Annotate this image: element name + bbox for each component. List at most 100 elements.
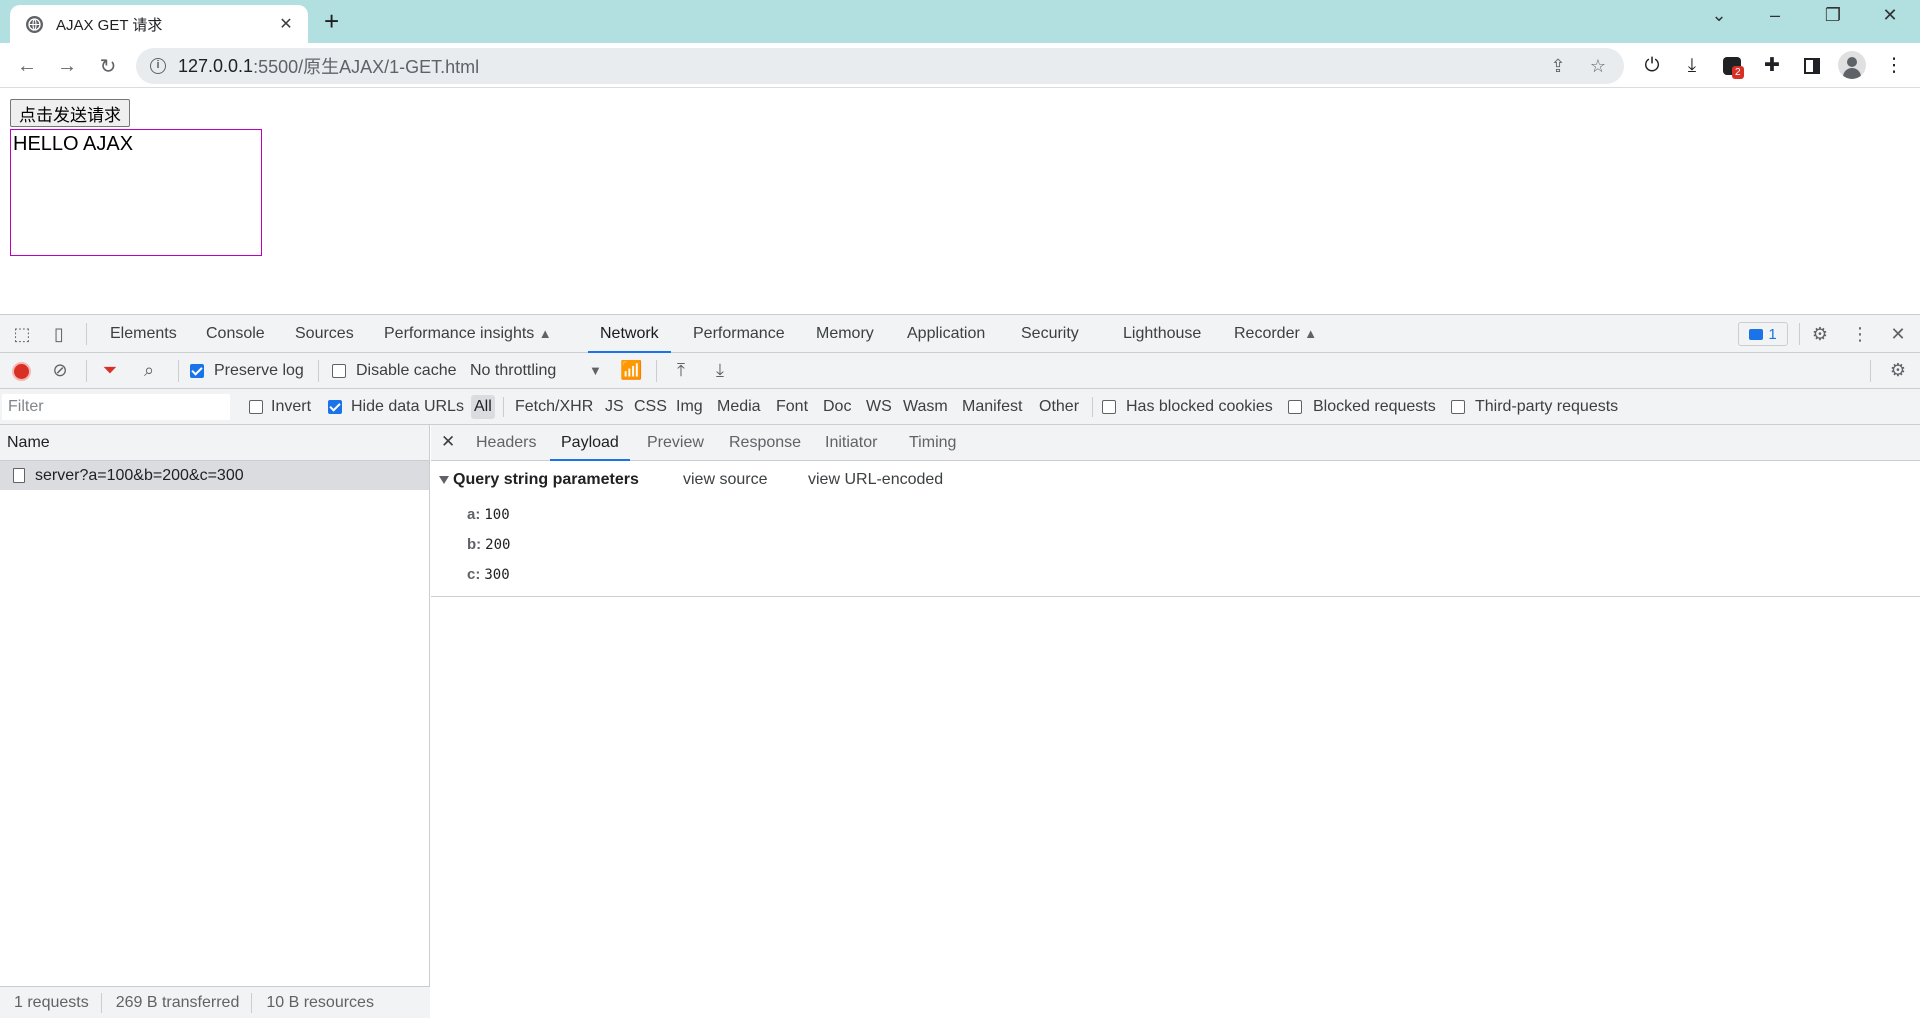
network-settings-gear-icon[interactable]: ⚙ (1887, 359, 1909, 381)
type-filter-other[interactable]: Other (1036, 395, 1082, 419)
preserve-log-checkbox[interactable] (190, 364, 204, 378)
browser-toolbar: ← → ↻ i 127.0.0.1:5500/原生AJAX/1-GET.html… (0, 43, 1920, 88)
import-har-icon[interactable]: ⤒ (670, 359, 692, 381)
blocked-requests-checkbox[interactable] (1288, 400, 1302, 414)
profile-avatar[interactable] (1838, 51, 1866, 79)
tab-recorder[interactable]: Recorder ▲ (1234, 315, 1317, 353)
filter-bar: Invert Hide data URLs All Fetch/XHR JS C… (0, 389, 1920, 425)
reload-icon[interactable]: ↻ (94, 52, 122, 80)
transferred-size: 269 B transferred (102, 992, 253, 1013)
tab-memory[interactable]: Memory (816, 315, 874, 353)
disable-cache-label: Disable cache (356, 362, 457, 379)
request-row[interactable]: server?a=100&b=200&c=300 (0, 461, 429, 490)
devtools-tab-bar: ⬚ ▯ Elements Console Sources Performance… (0, 315, 1920, 353)
back-icon[interactable]: ← (13, 52, 41, 80)
disable-cache-checkbox[interactable] (332, 364, 346, 378)
browser-tab[interactable]: AJAX GET 请求 ✕ (10, 5, 308, 43)
collapse-triangle-icon[interactable] (439, 476, 449, 484)
tab-security[interactable]: Security (1021, 315, 1079, 353)
tab-application[interactable]: Application (907, 315, 985, 353)
hide-data-urls-checkbox[interactable] (328, 400, 342, 414)
tab-close-icon[interactable]: ✕ (276, 14, 296, 34)
side-panel-icon[interactable] (1798, 52, 1826, 80)
address-bar[interactable]: i 127.0.0.1:5500/原生AJAX/1-GET.html ⇪ ☆ (136, 48, 1624, 84)
filter-input[interactable] (2, 394, 230, 420)
tab-network[interactable]: Network (588, 315, 671, 353)
third-party-requests-checkbox[interactable] (1451, 400, 1465, 414)
type-filter-font[interactable]: Font (773, 395, 811, 419)
issues-count: 1 (1768, 325, 1777, 343)
close-window-icon[interactable]: ✕ (1875, 5, 1905, 26)
network-status-bar: 1 requests 269 B transferred 10 B resour… (0, 986, 430, 1018)
experiment-flask-icon: ▲ (538, 326, 552, 341)
devtools-close-icon[interactable]: ✕ (1887, 323, 1909, 345)
inspect-element-icon[interactable]: ⬚ (11, 323, 33, 345)
bookmark-star-icon[interactable]: ☆ (1586, 54, 1610, 78)
devtools-more-icon[interactable]: ⋮ (1849, 323, 1871, 345)
tab-console[interactable]: Console (206, 315, 265, 353)
tab-timing[interactable]: Timing (909, 425, 956, 461)
type-filter-fetch-xhr[interactable]: Fetch/XHR (512, 395, 596, 419)
blocked-requests-label: Blocked requests (1313, 398, 1436, 415)
type-filter-all[interactable]: All (471, 395, 495, 419)
tab-title: AJAX GET 请求 (56, 16, 163, 34)
devtools-settings-gear-icon[interactable]: ⚙ (1809, 323, 1831, 345)
send-request-button[interactable]: 点击发送请求 (10, 99, 130, 127)
throttling-select[interactable]: No throttling (470, 361, 556, 381)
type-filter-media[interactable]: Media (714, 395, 764, 419)
has-blocked-cookies-checkbox[interactable] (1102, 400, 1116, 414)
tab-performance[interactable]: Performance (693, 315, 785, 353)
tab-payload[interactable]: Payload (550, 425, 630, 461)
device-toolbar-icon[interactable]: ▯ (48, 323, 70, 345)
forward-icon[interactable]: → (53, 52, 81, 80)
tab-initiator[interactable]: Initiator (825, 425, 877, 461)
type-filter-js[interactable]: JS (602, 395, 627, 419)
query-param-row: b: 200 (467, 536, 510, 553)
power-icon[interactable]: ⏻ (1638, 52, 1666, 80)
query-params-title[interactable]: Query string parameters (453, 471, 639, 489)
name-column-header[interactable]: Name (0, 425, 429, 461)
type-filter-ws[interactable]: WS (863, 395, 895, 419)
tab-headers[interactable]: Headers (476, 425, 536, 461)
view-source-link[interactable]: view source (683, 471, 767, 489)
type-filter-img[interactable]: Img (673, 395, 706, 419)
new-tab-icon[interactable]: + (324, 8, 339, 34)
restore-icon[interactable]: ❐ (1818, 5, 1848, 26)
tab-response[interactable]: Response (729, 425, 801, 461)
hide-data-urls-label: Hide data URLs (351, 398, 464, 415)
url-host: 127.0.0.1 (178, 55, 254, 76)
network-conditions-icon[interactable]: 📶 (620, 359, 642, 381)
issues-counter[interactable]: 1 (1738, 322, 1788, 346)
download-icon[interactable]: ⤓ (1678, 52, 1706, 80)
third-party-requests-label: Third-party requests (1475, 398, 1619, 415)
param-key: a: (467, 506, 481, 523)
share-icon[interactable]: ⇪ (1546, 54, 1570, 78)
puzzle-extensions-icon[interactable]: ✚ (1758, 52, 1786, 80)
invert-checkbox[interactable] (249, 400, 263, 414)
invert-label: Invert (271, 398, 312, 415)
type-filter-doc[interactable]: Doc (820, 395, 854, 419)
info-icon[interactable]: i (150, 58, 166, 74)
tab-sources[interactable]: Sources (295, 315, 354, 353)
clear-icon[interactable]: ⊘ (49, 359, 71, 381)
export-har-icon[interactable]: ⤓ (709, 359, 731, 381)
search-icon[interactable]: ⌕ (138, 359, 160, 381)
record-icon[interactable] (12, 362, 31, 381)
tab-lighthouse[interactable]: Lighthouse (1123, 315, 1201, 353)
query-param-row: a: 100 (467, 506, 510, 523)
tab-performance-insights[interactable]: Performance insights ▲ (384, 315, 552, 353)
tab-search-icon[interactable]: ⌄ (1704, 5, 1734, 26)
type-filter-manifest[interactable]: Manifest (959, 395, 1025, 419)
browser-menu-icon[interactable]: ⋮ (1880, 52, 1908, 80)
close-detail-icon[interactable]: ✕ (441, 432, 455, 452)
tab-elements[interactable]: Elements (110, 315, 177, 353)
type-filter-css[interactable]: CSS (631, 395, 670, 419)
tab-preview[interactable]: Preview (647, 425, 704, 461)
type-filter-wasm[interactable]: Wasm (900, 395, 951, 419)
throttling-dropdown-icon[interactable]: ▼ (589, 361, 602, 381)
param-key: c: (467, 566, 481, 583)
minimize-icon[interactable]: – (1760, 5, 1790, 26)
filter-funnel-icon[interactable]: ⏷ (99, 359, 121, 381)
extension-app-icon[interactable]: 2 (1718, 52, 1746, 80)
view-url-encoded-link[interactable]: view URL-encoded (808, 471, 943, 489)
